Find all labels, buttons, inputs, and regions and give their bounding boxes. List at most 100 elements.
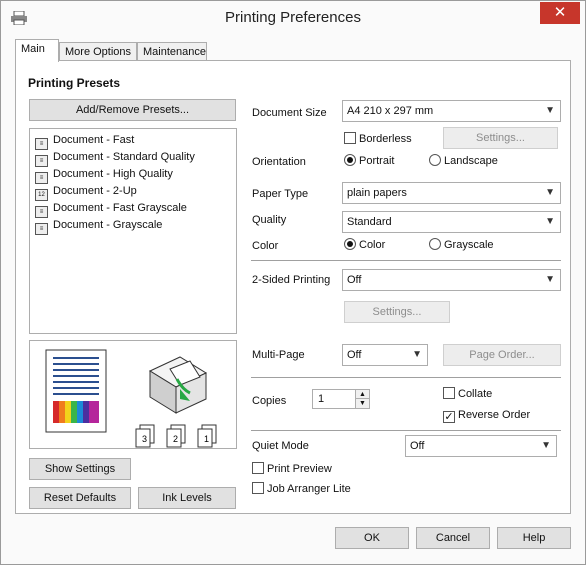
list-item[interactable]: 12 Document - 2-Up xyxy=(35,183,137,201)
list-item[interactable]: ≡ Document - Grayscale xyxy=(35,217,163,235)
cancel-button[interactable]: Cancel xyxy=(416,527,490,549)
checkbox-icon xyxy=(252,482,264,494)
copies-icon: 3 2 1 xyxy=(135,424,217,448)
copy-number-2: 2 xyxy=(173,434,178,444)
borderless-settings-button[interactable]: Settings... xyxy=(443,127,558,149)
borderless-label: Borderless xyxy=(359,133,412,145)
document-size-label: Document Size xyxy=(252,107,327,119)
page-order-button[interactable]: Page Order... xyxy=(443,344,561,366)
two-sided-printing-label: 2-Sided Printing xyxy=(252,274,331,286)
document-size-select[interactable]: A4 210 x 297 mm ▼ xyxy=(342,100,561,122)
two-sided-settings-button[interactable]: Settings... xyxy=(344,301,450,323)
list-item[interactable]: ≡ Document - Fast Grayscale xyxy=(35,200,187,218)
list-item[interactable]: ≡ Document - Standard Quality xyxy=(35,149,195,167)
orientation-portrait-radio[interactable]: Portrait xyxy=(344,154,394,167)
divider xyxy=(251,260,561,261)
main-tab-panel: Printing Presets Add/Remove Presets... ≡… xyxy=(15,60,571,514)
quality-label: Quality xyxy=(252,214,287,226)
tab-maintenance[interactable]: Maintenance xyxy=(137,42,207,61)
chevron-down-icon: ▼ xyxy=(545,187,555,198)
preset-label: Document - Fast Grayscale xyxy=(53,202,187,214)
checkmark-icon: ✓ xyxy=(443,411,455,423)
reset-defaults-button[interactable]: Reset Defaults xyxy=(29,487,131,509)
copies-value: 1 xyxy=(318,393,325,405)
show-settings-button[interactable]: Show Settings xyxy=(29,458,131,480)
reverse-order-checkbox[interactable]: ✓ Reverse Order xyxy=(443,409,530,423)
window-title: Printing Preferences xyxy=(225,9,361,26)
chevron-down-icon: ▼ xyxy=(545,105,555,116)
collate-checkbox[interactable]: Collate xyxy=(443,387,492,400)
help-button[interactable]: Help xyxy=(497,527,571,549)
tab-main[interactable]: Main xyxy=(15,39,59,62)
preset-label: Document - Standard Quality xyxy=(53,151,195,163)
orientation-landscape-radio[interactable]: Landscape xyxy=(429,154,498,167)
paper-type-value: plain papers xyxy=(347,187,407,199)
paper-type-select[interactable]: plain papers ▼ xyxy=(342,182,561,204)
print-preview-label: Print Preview xyxy=(267,463,332,475)
spin-down-icon[interactable]: ▼ xyxy=(355,399,369,408)
copies-spinner[interactable]: 1 ▲ ▼ xyxy=(312,389,370,409)
tab-more-options[interactable]: More Options xyxy=(59,42,137,61)
job-arranger-label: Job Arranger Lite xyxy=(267,483,351,495)
landscape-label: Landscape xyxy=(444,155,498,167)
quality-select[interactable]: Standard ▼ xyxy=(342,211,561,233)
collate-label: Collate xyxy=(458,388,493,400)
preset-label: Document - High Quality xyxy=(53,168,173,180)
checkbox-icon xyxy=(252,462,264,474)
preset-label: Document - 2-Up xyxy=(53,185,137,197)
copy-number-1: 1 xyxy=(204,434,209,444)
document-preset-icon: ≡ xyxy=(35,223,48,235)
chevron-down-icon: ▼ xyxy=(412,349,422,360)
two-sided-value: Off xyxy=(347,274,362,286)
radio-icon xyxy=(429,154,441,166)
quality-value: Standard xyxy=(347,216,392,228)
color-label: Color xyxy=(252,240,279,252)
chevron-down-icon: ▼ xyxy=(545,216,555,227)
radio-selected-icon xyxy=(344,154,356,166)
two-sided-printing-select[interactable]: Off ▼ xyxy=(342,269,561,291)
list-item[interactable]: ≡ Document - High Quality xyxy=(35,166,173,184)
portrait-label: Portrait xyxy=(359,155,395,167)
copies-label: Copies xyxy=(252,395,287,407)
radio-selected-icon xyxy=(344,238,356,250)
radio-icon xyxy=(429,238,441,250)
quiet-mode-label: Quiet Mode xyxy=(252,440,309,452)
printing-presets-heading: Printing Presets xyxy=(28,76,121,90)
divider xyxy=(251,430,561,431)
orientation-label: Orientation xyxy=(252,156,306,168)
close-button[interactable]: ✕ xyxy=(540,2,580,24)
printer-icon xyxy=(148,356,208,414)
copy-number-3: 3 xyxy=(142,434,147,444)
quiet-mode-select[interactable]: Off ▼ xyxy=(405,435,557,457)
color-option-label: Color xyxy=(359,239,386,251)
ink-levels-button[interactable]: Ink Levels xyxy=(138,487,236,509)
preset-label: Document - Grayscale xyxy=(53,219,163,231)
preset-label: Document - Fast xyxy=(53,134,135,146)
multi-page-value: Off xyxy=(347,349,362,361)
print-preview-area: 3 2 1 xyxy=(29,340,237,449)
chevron-down-icon: ▼ xyxy=(541,440,551,451)
print-preview-checkbox[interactable]: Print Preview xyxy=(252,462,332,475)
multi-page-select[interactable]: Off ▼ xyxy=(342,344,428,366)
grayscale-option-label: Grayscale xyxy=(444,239,494,251)
color-grayscale-radio[interactable]: Grayscale xyxy=(429,238,494,251)
page-preview-icon xyxy=(45,349,107,433)
reverse-order-label: Reverse Order xyxy=(458,409,531,421)
title-bar[interactable]: Printing Preferences ✕ xyxy=(1,1,585,35)
printing-preferences-window: Printing Preferences ✕ Main More Options… xyxy=(0,0,586,565)
document-size-value: A4 210 x 297 mm xyxy=(347,105,434,117)
checkbox-icon xyxy=(344,132,356,144)
add-remove-presets-button[interactable]: Add/Remove Presets... xyxy=(29,99,236,121)
ok-button[interactable]: OK xyxy=(335,527,409,549)
list-item[interactable]: ≡ Document - Fast xyxy=(35,132,135,150)
paper-type-label: Paper Type xyxy=(252,188,309,200)
job-arranger-lite-checkbox[interactable]: Job Arranger Lite xyxy=(252,482,351,495)
checkbox-icon xyxy=(443,387,455,399)
preview-illustration: 3 2 1 xyxy=(45,349,217,448)
spin-up-icon[interactable]: ▲ xyxy=(355,390,369,399)
divider xyxy=(251,377,561,378)
presets-list[interactable]: ≡ Document - Fast ≡ Document - Standard Qu… xyxy=(29,128,237,334)
close-icon: ✕ xyxy=(553,4,567,21)
color-color-radio[interactable]: Color xyxy=(344,238,385,251)
borderless-checkbox[interactable]: Borderless xyxy=(344,132,412,145)
